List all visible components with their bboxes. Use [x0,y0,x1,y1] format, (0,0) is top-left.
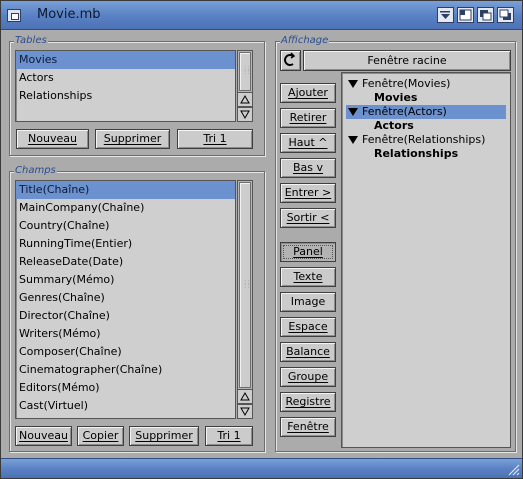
tables-scroll-knob[interactable]: :: :: [239,52,251,91]
tree-node-actors[interactable]: Fenêtre(Actors) [346,105,506,119]
tables-scrollbar[interactable]: :: :: [237,50,253,122]
tree-node-movies[interactable]: Fenêtre(Movies) [346,77,506,91]
depth-front-icon[interactable] [497,7,514,23]
depth-back-icon[interactable] [477,7,494,23]
bottom-border [1,458,522,478]
tree-node-label: Fenêtre(Movies) [362,77,451,90]
tree-node-label: Fenêtre(Actors) [362,105,447,118]
cycle-icon[interactable] [280,50,301,71]
fields-copy-button[interactable]: Copier [77,426,124,446]
field-item[interactable]: Editors(Mémo) [16,379,235,397]
field-item[interactable]: Writers(Mémo) [16,325,235,343]
remove-button[interactable]: Retirer [280,108,336,128]
window-object-button[interactable]: Fenêtre [280,417,336,437]
tables-group-label: Tables [14,35,48,46]
move-up-button[interactable]: Haut ^ [280,133,336,153]
tree-leaf-movies[interactable]: Movies [374,91,417,105]
title-bar[interactable]: Movie.mb [1,1,522,30]
group-object-button[interactable]: Groupe [280,367,336,387]
tree-leaf-actors[interactable]: Actors [374,119,414,133]
field-item[interactable]: Title(Chaîne) [16,181,235,199]
table-item-movies[interactable]: Movies [16,51,235,69]
view-cycle-button[interactable]: Fenêtre racine [303,50,511,71]
iconify-icon[interactable] [437,7,454,23]
close-icon[interactable] [7,9,21,22]
fields-delete-button[interactable]: Supprimer [129,426,199,446]
tree-node-relationships[interactable]: Fenêtre(Relationships) [346,133,506,147]
table-item-actors[interactable]: Actors [16,69,235,87]
resize-grip-icon[interactable] [507,463,521,477]
text-object-button[interactable]: Texte [280,267,336,287]
grip-dots: :: :: [244,278,251,290]
tree-expanded-icon[interactable] [348,80,358,88]
fields-group-label: Champs [14,165,57,176]
tables-list[interactable]: Movies Actors Relationships [15,50,236,122]
register-object-button[interactable]: Registre [280,392,336,412]
image-object-button[interactable]: Image [280,292,336,312]
window-title: Movie.mb [37,7,101,22]
fields-scrollbar[interactable]: :: :: [237,180,253,419]
display-group-label: Affichage [280,35,330,46]
field-item[interactable]: Country(Chaîne) [16,217,235,235]
balance-object-button[interactable]: Balance [280,342,336,362]
fields-sort-button[interactable]: Tri 1 [205,426,253,446]
tree-leaf-relationships[interactable]: Relationships [374,147,458,161]
exit-button[interactable]: Sortir < [280,208,336,228]
scroll-down-icon[interactable] [237,404,253,419]
fields-new-button[interactable]: Nouveau [15,426,72,446]
tree-expanded-icon[interactable] [348,108,358,116]
tables-new-button[interactable]: Nouveau [16,129,89,149]
field-item[interactable]: Composer(Chaîne) [16,343,235,361]
field-item[interactable]: Cast(Virtuel) [16,397,235,415]
add-button[interactable]: Ajouter [280,83,336,103]
app-window: Movie.mb Tables Movies Actors Relationsh… [0,0,523,479]
tables-delete-button[interactable]: Supprimer [95,129,170,149]
table-item-relationships[interactable]: Relationships [16,87,235,105]
space-object-button[interactable]: Espace [280,317,336,337]
field-item[interactable]: MainCompany(Chaîne) [16,199,235,217]
fields-scroll-knob[interactable]: :: :: [239,182,251,388]
zoom-icon[interactable] [457,7,474,23]
tree-node-label: Fenêtre(Relationships) [362,133,486,146]
field-item[interactable]: RunningTime(Entier) [16,235,235,253]
field-item[interactable]: Director(Chaîne) [16,307,235,325]
layout-tree[interactable]: Fenêtre(Movies) Movies Fenêtre(Actors) A… [341,72,511,448]
field-item[interactable]: ReleaseDate(Date) [16,253,235,271]
field-item[interactable]: Genres(Chaîne) [16,289,235,307]
tables-sort-button[interactable]: Tri 1 [177,129,253,149]
field-item[interactable]: Cinematographer(Chaîne) [16,361,235,379]
fields-list[interactable]: Title(Chaîne) MainCompany(Chaîne) Countr… [15,180,236,419]
grip-dots: :: :: [244,64,251,76]
tree-expanded-icon[interactable] [348,136,358,144]
panel-object-button[interactable]: Panel [280,242,336,262]
scroll-up-icon[interactable] [237,92,253,107]
move-down-button[interactable]: Bas v [280,158,336,178]
scroll-up-icon[interactable] [237,389,253,404]
field-item[interactable]: Summary(Mémo) [16,271,235,289]
enter-button[interactable]: Entrer > [280,183,336,203]
scroll-down-icon[interactable] [237,107,253,122]
